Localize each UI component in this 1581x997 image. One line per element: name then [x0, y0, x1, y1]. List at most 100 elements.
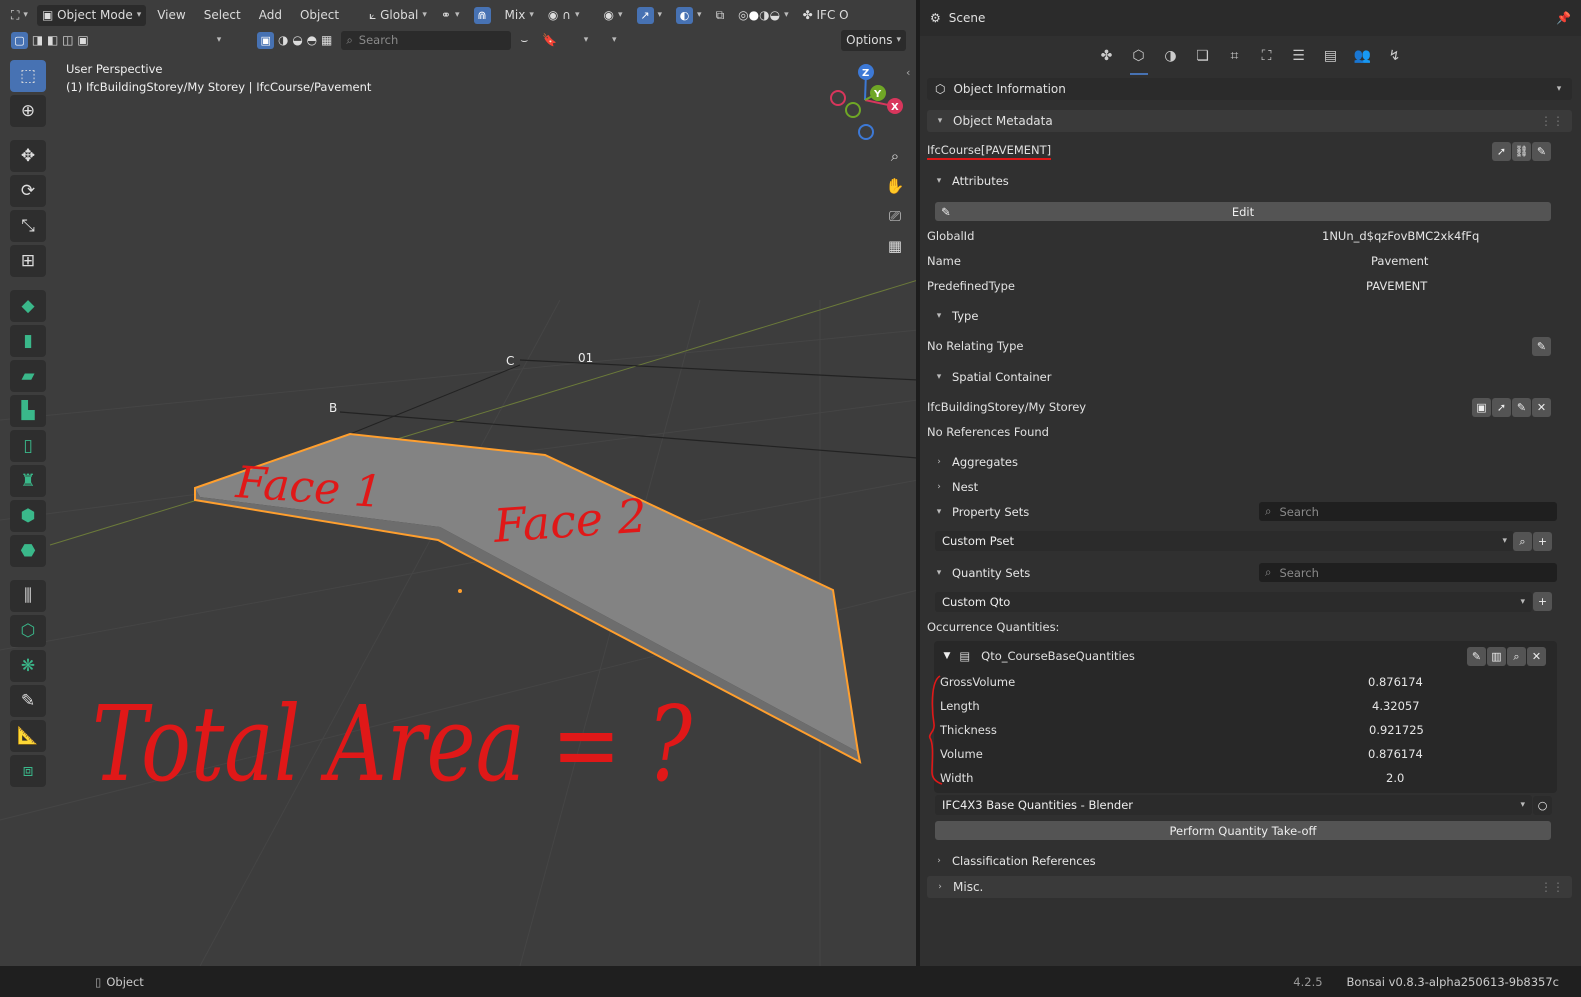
attributes-header[interactable]: ▾ Attributes	[934, 170, 1009, 192]
perform-quantity-takeoff-button[interactable]: Perform Quantity Take-off	[935, 821, 1551, 840]
add-pset-button[interactable]: +	[1533, 532, 1552, 551]
transform-tool[interactable]: ⊞	[10, 245, 46, 277]
quantity-rule-dropdown[interactable]: IFC4X3 Base Quantities - Blender ▾	[935, 795, 1532, 815]
unlink-entity-button[interactable]: ⛓	[1512, 142, 1531, 161]
spatial-remove-button[interactable]: ✕	[1532, 398, 1551, 417]
collapse-sidebar-icon[interactable]: ‹	[906, 66, 910, 79]
tab-schedule[interactable]: ☰	[1288, 45, 1310, 67]
measure-tool[interactable]: 📐	[10, 720, 46, 752]
extra-dropdown-2[interactable]: ▾	[597, 30, 621, 51]
column-tool[interactable]: ▯	[10, 430, 46, 462]
gizmo-toggle[interactable]: ↗ ▾	[632, 5, 668, 26]
misc-panel[interactable]: › Misc. ⋮⋮	[927, 876, 1572, 898]
edit-type-button[interactable]: ✎	[1532, 337, 1551, 356]
tab-layers[interactable]: ❏	[1192, 45, 1214, 67]
custom-pset-dropdown[interactable]: Custom Pset ▾	[935, 531, 1514, 551]
xray-toggle[interactable]: ⧉	[711, 5, 730, 26]
object-information-panel[interactable]: ⬡ Object Information ▾	[927, 78, 1572, 100]
add-cube-tool[interactable]: ⧈	[10, 755, 46, 787]
scale-tool[interactable]: ⤡	[10, 210, 46, 242]
tab-tools[interactable]: ↯	[1384, 45, 1406, 67]
element-tool[interactable]: ⬢	[10, 500, 46, 532]
type-header[interactable]: ▾ Type	[934, 305, 979, 327]
zoom-button[interactable]: ⌕	[881, 142, 909, 170]
ifc-filter-buttons[interactable]: ▣ ◑ ◒ ◓ ▦	[252, 30, 337, 51]
grid-tool[interactable]: ⫼	[10, 580, 46, 612]
tab-users[interactable]: 👥	[1352, 45, 1374, 67]
property-sets-header[interactable]: ▾ Property Sets	[934, 501, 1029, 523]
tab-drawings[interactable]: ⛶	[1256, 45, 1278, 67]
spatial-cursor-button[interactable]: ➚	[1492, 398, 1511, 417]
drag-handle-icon[interactable]: ⋮⋮	[1540, 880, 1564, 894]
slab-tool[interactable]: ▰	[10, 360, 46, 392]
viewport-search-input[interactable]: ⌕ Search	[341, 30, 512, 50]
mesh-tool[interactable]: ⬡	[10, 615, 46, 647]
tab-ifc-project[interactable]: ✤	[1096, 45, 1118, 67]
aggregates-header[interactable]: › Aggregates	[934, 451, 1018, 473]
3d-viewport[interactable]: C 01 B Face 1 Face 2 Total Area = ? Z X …	[0, 0, 918, 966]
ifc-explore-tool[interactable]: ◆	[10, 290, 46, 322]
qto-calc-button[interactable]: ▥	[1487, 647, 1506, 666]
move-tool[interactable]: ✥	[10, 140, 46, 172]
mode-dropdown[interactable]: ▣ Object Mode ▾	[36, 4, 147, 26]
snap-toggle[interactable]: ⋒	[469, 5, 496, 26]
editor-type-button[interactable]: ⛶ ▾	[6, 5, 33, 26]
snap-dropdown[interactable]: Mix ▾	[500, 5, 539, 26]
cursor-tool[interactable]: ⊕	[10, 95, 46, 127]
pin-icon[interactable]: 📌	[1556, 11, 1571, 25]
shading-modes[interactable]: ◎ ● ◑ ◒ ▾	[733, 5, 793, 26]
tab-structural[interactable]: ▤	[1320, 45, 1342, 67]
select-entity-button[interactable]: ➚	[1492, 142, 1511, 161]
select-box-tool[interactable]: ⬚	[10, 60, 46, 92]
navigation-gizmo[interactable]: Z X Y	[830, 64, 903, 140]
menu-object[interactable]: Object	[293, 8, 346, 22]
door-tool[interactable]: ▙	[10, 395, 46, 427]
spatial-edit-button[interactable]: ✎	[1512, 398, 1531, 417]
bookmark-button[interactable]: 🔖	[537, 30, 562, 51]
drag-handle-icon[interactable]: ⋮⋮	[1540, 114, 1564, 128]
quantity-sets-header[interactable]: ▾ Quantity Sets	[934, 562, 1031, 584]
orientation-dropdown[interactable]: ⟀ Global ▾	[364, 5, 432, 26]
visibility-dropdown[interactable]: ◉ ▾	[598, 5, 627, 26]
proportional-edit-toggle[interactable]: ◉ ∩ ▾	[543, 5, 585, 26]
edit-entity-button[interactable]: ✎	[1532, 142, 1551, 161]
tab-object[interactable]: ⬡	[1128, 45, 1150, 75]
menu-select[interactable]: Select	[197, 8, 248, 22]
ortho-toggle-button[interactable]: ▦	[881, 232, 909, 260]
overlay-toggle[interactable]: ◐ ▾	[671, 5, 707, 26]
editor-type-icon-props[interactable]: ⚙	[930, 11, 941, 25]
pan-button[interactable]: ✋	[881, 172, 909, 200]
pset-search-button[interactable]: ⌕	[1513, 532, 1532, 551]
options-dropdown[interactable]: Options ▾	[841, 29, 906, 51]
pset-search-input[interactable]: ⌕ Search	[1259, 502, 1557, 521]
extra-dropdown-1[interactable]: ▾	[566, 30, 593, 51]
furniture-tool[interactable]: ♜	[10, 465, 46, 497]
search-extra-dropdown[interactable]: ⌣	[515, 30, 533, 51]
spatial-container-header[interactable]: ▾ Spatial Container	[934, 366, 1052, 388]
qto-zoom-button[interactable]: ⌕	[1507, 647, 1526, 666]
tool-settings-dropdown[interactable]: ▾	[208, 30, 227, 51]
menu-view[interactable]: View	[150, 8, 192, 22]
quantity-rule-toggle[interactable]: ○	[1533, 796, 1552, 815]
pivot-dropdown[interactable]: ⚭ ▾	[436, 5, 465, 26]
camera-button[interactable]: ⎚	[881, 202, 909, 230]
classification-references-header[interactable]: › Classification References	[934, 850, 1095, 872]
tab-material[interactable]: ◑	[1160, 45, 1182, 67]
custom-qto-dropdown[interactable]: Custom Qto ▾	[935, 592, 1532, 612]
rotate-tool[interactable]: ⟳	[10, 175, 46, 207]
qto-remove-button[interactable]: ✕	[1527, 647, 1546, 666]
object-metadata-panel[interactable]: ▾ Object Metadata ⋮⋮	[927, 110, 1572, 132]
annotate-tool[interactable]: ✎	[10, 685, 46, 717]
tab-geometry[interactable]: ⌗	[1224, 45, 1246, 67]
spatial-select-button[interactable]: ▣	[1472, 398, 1491, 417]
menu-add[interactable]: Add	[252, 8, 289, 22]
selection-mode-buttons[interactable]: ▢ ◨ ◧ ◫ ▣	[6, 30, 94, 51]
structural-tool[interactable]: ❋	[10, 650, 46, 682]
ifc-addon-button[interactable]: ✤ IFC O	[798, 5, 854, 26]
wall-tool[interactable]: ▮	[10, 325, 46, 357]
nest-header[interactable]: › Nest	[934, 476, 978, 498]
space-tool[interactable]: ⬣	[10, 535, 46, 567]
qto-edit-button[interactable]: ✎	[1467, 647, 1486, 666]
qset-search-input[interactable]: ⌕ Search	[1259, 563, 1557, 582]
add-qto-button[interactable]: +	[1533, 592, 1552, 611]
